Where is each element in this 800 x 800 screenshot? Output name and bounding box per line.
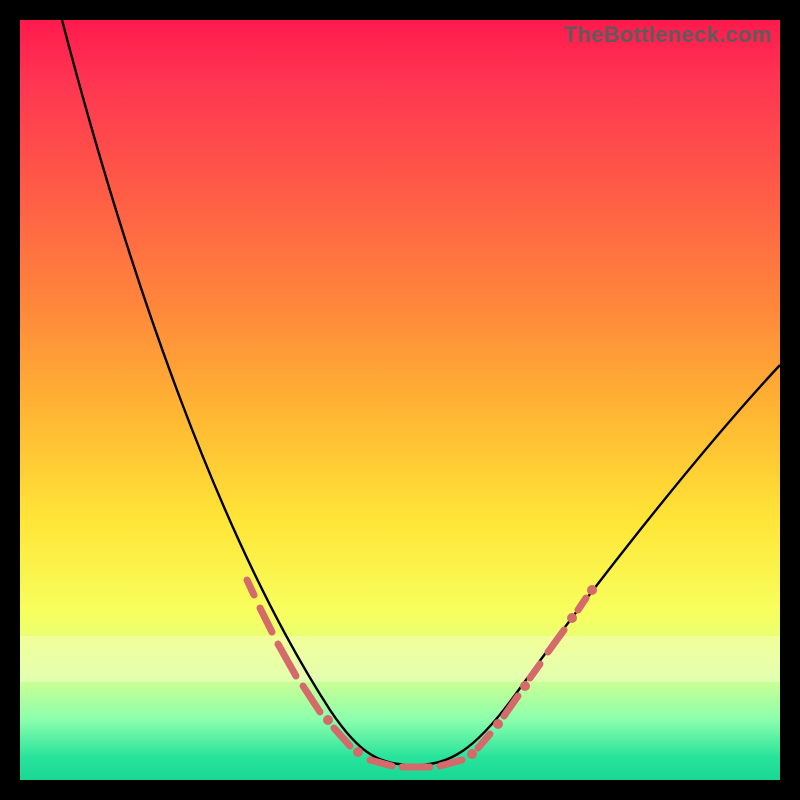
chart-svg	[20, 20, 780, 780]
chart-frame: TheBottleneck.com	[20, 20, 780, 780]
bottleneck-curve	[62, 20, 780, 765]
right-highlight-group	[478, 585, 597, 748]
